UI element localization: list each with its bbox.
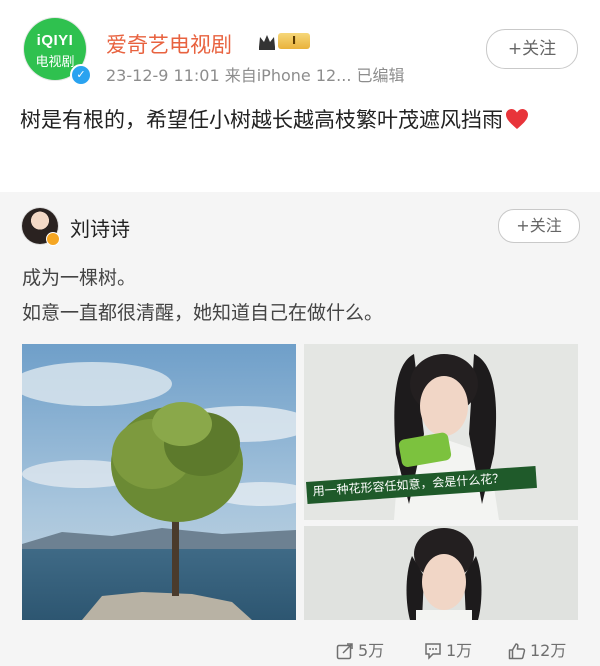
follow-button[interactable]: +关注 (486, 29, 578, 69)
heart-emoji-icon (506, 109, 528, 129)
level-badge: I (278, 33, 310, 49)
like-action[interactable]: 12万 (508, 640, 566, 662)
drama-still-photo[interactable] (304, 526, 578, 620)
crown-icon (259, 35, 275, 50)
repost-text-line: 如意一直都很清醒，她知道自己在做什么。 (22, 302, 384, 324)
account-name[interactable]: 爱奇艺电视剧 (106, 29, 232, 59)
tree-photo[interactable] (22, 344, 296, 620)
share-icon (336, 643, 353, 660)
repost-text-line: 成为一棵树。 (22, 267, 137, 289)
post-text: 树是有根的，希望任小树越长越高枝繁叶茂遮风挡雨 (20, 104, 580, 136)
comment-count: 1万 (446, 641, 473, 660)
repost-action[interactable]: 5万 (336, 640, 384, 662)
comment-action[interactable]: 1万 (424, 640, 472, 662)
post-meta: 23-12-9 11:01 来自iPhone 12... 已编辑 (106, 66, 405, 85)
comment-icon (425, 643, 441, 660)
drama-still-photo[interactable]: 用一种花形容任如意，会是什么花？ (304, 344, 578, 520)
like-count: 12万 (530, 641, 567, 660)
post-body: 树是有根的，希望任小树越长越高枝繁叶茂遮风挡雨 (20, 108, 503, 132)
repost-author-name[interactable]: 刘诗诗 (70, 213, 130, 242)
verified-icon: ✓ (70, 64, 92, 86)
verified-icon (46, 232, 60, 246)
repost-follow-button[interactable]: +关注 (498, 209, 580, 243)
repost-count: 5万 (358, 641, 385, 660)
avatar-brand-text: iQIYI (36, 32, 74, 49)
thumbs-up-icon (508, 643, 526, 660)
